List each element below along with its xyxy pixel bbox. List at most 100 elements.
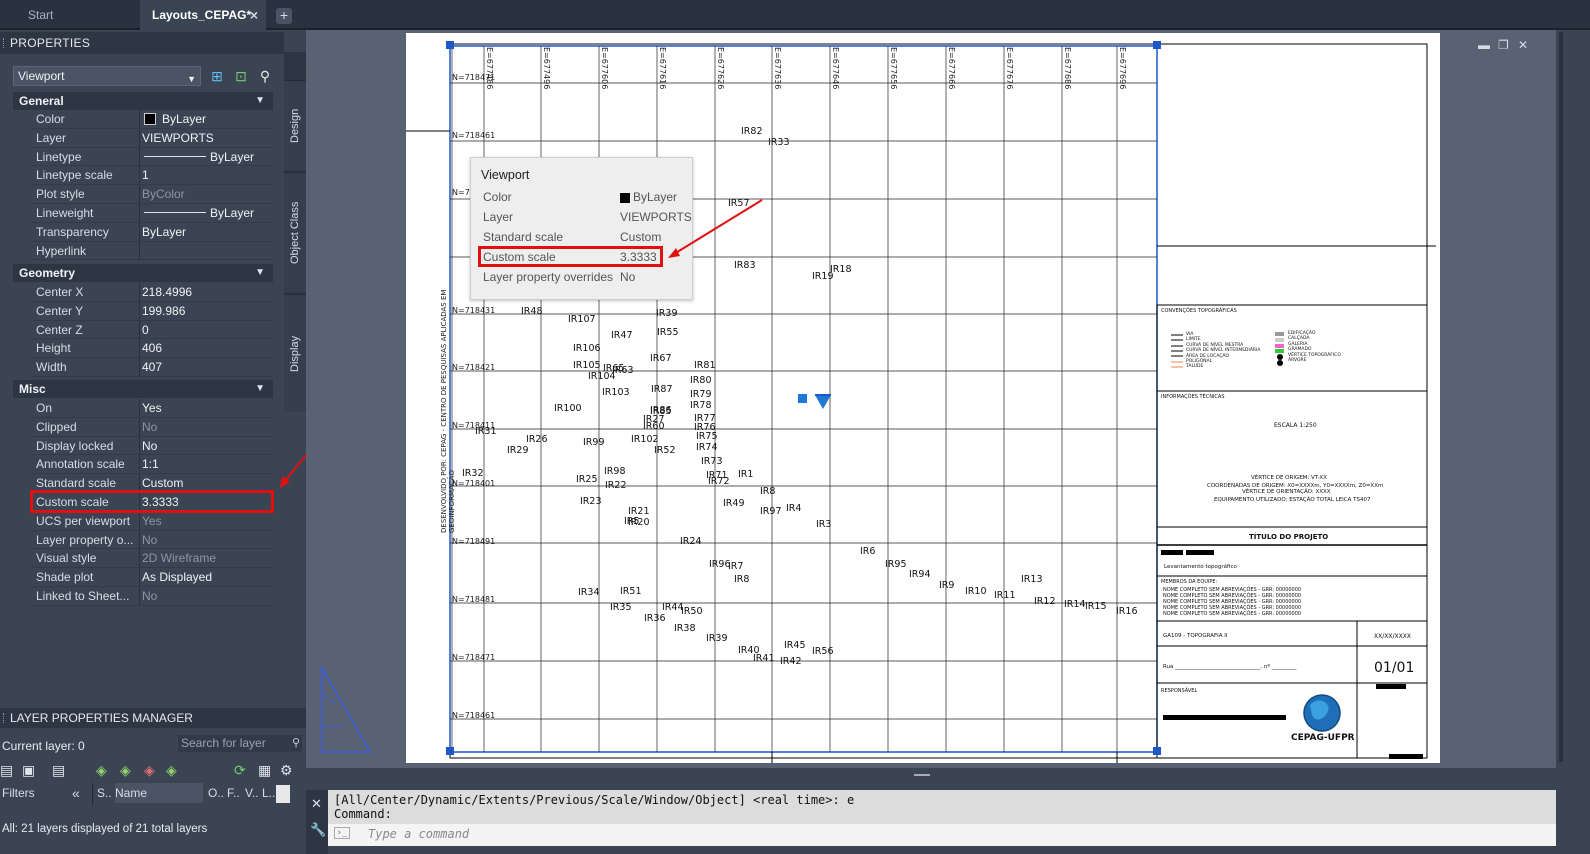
gear-icon[interactable]: ⚙ xyxy=(280,760,293,780)
scrollbar-thumb[interactable] xyxy=(276,785,290,803)
quick-select-icon[interactable]: ⚲ xyxy=(256,67,274,85)
property-row-annotation-scale[interactable]: Annotation scale 1:1 xyxy=(30,455,273,475)
property-value-text: 407 xyxy=(142,360,163,375)
resize-grip[interactable] xyxy=(914,774,930,776)
minimize-icon[interactable]: ▬ xyxy=(1478,38,1490,52)
new-group-filter-icon[interactable]: ▣ xyxy=(22,760,35,780)
property-value[interactable]: ByColor xyxy=(142,185,273,203)
property-value[interactable]: No xyxy=(142,437,273,455)
tooltip-title: Viewport xyxy=(481,168,530,182)
tab-layouts-cepag[interactable]: Layouts_CEPAG* × xyxy=(140,0,266,30)
refresh-icon[interactable]: ⟳ xyxy=(234,760,246,780)
column-vp-freeze[interactable]: V.. xyxy=(245,783,259,803)
tab-object-class[interactable]: Object Class xyxy=(284,172,306,292)
property-row-ucs-per-viewport[interactable]: UCS per viewport Yes xyxy=(30,511,273,531)
property-row-height[interactable]: Height 406 xyxy=(30,339,273,359)
delete-layer-icon[interactable]: ◈ xyxy=(144,760,155,780)
property-row-lineweight[interactable]: Lineweight ByLayer xyxy=(30,204,273,223)
property-row-layer-property-o[interactable]: Layer property o... No xyxy=(30,530,273,550)
customize-icon[interactable]: 🔧 xyxy=(310,822,326,838)
property-value[interactable] xyxy=(142,242,273,260)
tab-display[interactable]: Display xyxy=(284,294,306,412)
restore-icon[interactable]: ❐ xyxy=(1498,38,1509,52)
property-value[interactable]: 1:1 xyxy=(142,455,273,473)
property-row-layer[interactable]: Layer VIEWPORTS xyxy=(30,128,273,148)
org-name: CEPAG-UFPR xyxy=(1291,733,1355,743)
property-value[interactable]: No xyxy=(142,587,273,605)
property-row-center-x[interactable]: Center X 218.4996 xyxy=(30,283,273,302)
property-value[interactable]: 406 xyxy=(142,339,273,357)
survey-point-label: IR67 xyxy=(650,353,672,364)
tab-design[interactable]: Design xyxy=(284,80,306,170)
column-name[interactable]: Name xyxy=(115,783,203,803)
property-row-color[interactable]: Color ByLayer xyxy=(30,110,273,129)
property-row-shade-plot[interactable]: Shade plot As Displayed xyxy=(30,568,273,587)
set-current-icon[interactable]: ◈ xyxy=(166,760,177,780)
section-general[interactable]: General ▼ xyxy=(13,92,273,110)
property-row-center-z[interactable]: Center Z 0 xyxy=(30,320,273,340)
layer-states-icon[interactable]: ▤ xyxy=(52,760,65,780)
property-value[interactable]: ByLayer xyxy=(142,204,273,222)
property-value[interactable]: ByLayer xyxy=(142,110,273,128)
east-coordinate-label: E=677656 xyxy=(889,47,898,90)
survey-point-label: IR48 xyxy=(521,306,543,317)
legend-item: TALUDE xyxy=(1186,364,1204,370)
section-misc[interactable]: Misc ▼ xyxy=(13,380,273,398)
property-value[interactable]: 1 xyxy=(142,166,273,184)
close-icon[interactable]: ✕ xyxy=(311,796,322,812)
close-icon[interactable]: × xyxy=(250,0,258,30)
tab-start[interactable]: Start xyxy=(0,0,140,30)
north-coordinate-label: N=718461 xyxy=(452,711,496,720)
toggle-pickadd-icon[interactable]: ⊞ xyxy=(208,67,226,85)
property-value[interactable]: ByLayer xyxy=(142,223,273,241)
north-coordinate-label: N=718491 xyxy=(452,537,496,546)
property-value[interactable]: 0 xyxy=(142,321,273,339)
property-row-plot-style[interactable]: Plot style ByColor xyxy=(30,185,273,204)
collapse-filters-button[interactable]: « xyxy=(72,783,80,803)
property-value[interactable]: VIEWPORTS xyxy=(142,129,273,147)
property-row-visual-style[interactable]: Visual style 2D Wireframe xyxy=(30,549,273,569)
object-type-select[interactable]: Viewport ▼ xyxy=(13,66,201,86)
property-value[interactable]: ByLayer xyxy=(142,148,273,166)
select-objects-icon[interactable]: ⊡ xyxy=(232,67,250,85)
property-value[interactable]: Yes xyxy=(142,399,273,417)
property-row-hyperlink[interactable]: Hyperlink xyxy=(30,241,273,261)
layer-settings-icon[interactable]: ▦ xyxy=(258,760,271,780)
property-value[interactable]: 218.4996 xyxy=(142,283,273,301)
survey-point-label: IR35 xyxy=(610,602,632,613)
column-on[interactable]: O.. xyxy=(208,783,224,803)
property-row-transparency[interactable]: Transparency ByLayer xyxy=(30,222,273,242)
column-freeze[interactable]: F.. xyxy=(227,783,240,803)
property-row-center-y[interactable]: Center Y 199.986 xyxy=(30,301,273,321)
new-layer-icon[interactable]: ◈ xyxy=(96,760,107,780)
property-value[interactable]: 407 xyxy=(142,358,273,376)
new-property-filter-icon[interactable]: ▤ xyxy=(0,760,13,780)
new-layer-vp-frozen-icon[interactable]: ◈ xyxy=(120,760,131,780)
responsible-label: RESPONSÁVEL xyxy=(1161,688,1198,694)
command-input[interactable]: ›_ Type a command xyxy=(328,824,1556,846)
survey-point-label: IR51 xyxy=(620,586,642,597)
property-row-linked-to-sheet[interactable]: Linked to Sheet... No xyxy=(30,587,273,606)
property-row-width[interactable]: Width 407 xyxy=(30,358,273,377)
survey-point-label: IR95 xyxy=(885,559,907,570)
column-lock[interactable]: L.. xyxy=(262,783,275,803)
property-value[interactable]: 2D Wireframe xyxy=(142,549,273,567)
property-value-text: Custom xyxy=(142,476,184,491)
layer-search-input[interactable]: Search for layer ⚲ xyxy=(178,735,302,752)
property-row-on[interactable]: On Yes xyxy=(30,399,273,418)
property-value[interactable]: As Displayed xyxy=(142,568,273,586)
column-status[interactable]: S.. xyxy=(97,783,112,803)
property-row-clipped[interactable]: Clipped No xyxy=(30,417,273,437)
new-tab-button[interactable]: + xyxy=(276,8,292,24)
property-value[interactable]: No xyxy=(142,531,273,549)
section-geometry[interactable]: Geometry ▼ xyxy=(13,264,273,282)
property-value[interactable]: 199.986 xyxy=(142,302,273,320)
property-value[interactable]: Yes xyxy=(142,512,273,530)
property-row-linetype[interactable]: Linetype ByLayer xyxy=(30,147,273,167)
survey-point-label: IR25 xyxy=(576,474,598,485)
property-row-display-locked[interactable]: Display locked No xyxy=(30,436,273,456)
property-value[interactable]: No xyxy=(142,418,273,436)
property-row-linetype-scale[interactable]: Linetype scale 1 xyxy=(30,166,273,186)
close-icon[interactable]: ✕ xyxy=(1518,38,1528,52)
tooltip-key: Standard scale xyxy=(483,230,564,244)
